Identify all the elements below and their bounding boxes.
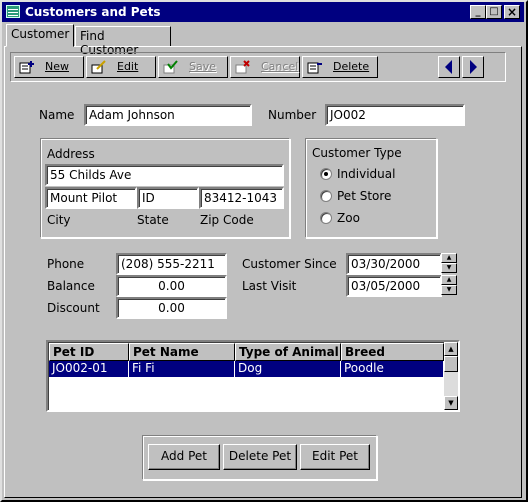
scroll-down-icon[interactable]: ▼: [444, 396, 458, 410]
column-header-breed[interactable]: Breed: [341, 343, 444, 361]
minimize-button[interactable]: _: [470, 5, 486, 19]
phone-label: Phone: [47, 257, 85, 271]
table-cell[interactable]: JO002-01: [49, 361, 129, 377]
new-record-icon: [19, 61, 34, 74]
discount-field[interactable]: 0.00: [116, 297, 227, 319]
radio-individual[interactable]: [320, 168, 332, 180]
delete-label: Delete: [333, 60, 370, 73]
customer-since-spinner[interactable]: ▲ ▼: [441, 253, 457, 275]
last-visit-field[interactable]: 03/05/2000: [346, 275, 442, 297]
add-pet-button[interactable]: Add Pet: [148, 444, 220, 470]
arrow-right-icon: [470, 60, 477, 74]
edit-label: Edit: [117, 60, 139, 73]
city-label: City: [47, 213, 71, 227]
discount-label: Discount: [47, 301, 100, 315]
number-label: Number: [268, 108, 317, 122]
edit-pet-button[interactable]: Edit Pet: [300, 444, 370, 470]
radio-individual-label: Individual: [337, 167, 396, 181]
column-header-pet-name[interactable]: Pet Name: [129, 343, 235, 361]
next-record-button[interactable]: [462, 56, 484, 78]
radio-pet-store[interactable]: [320, 190, 332, 202]
tab-find-customer[interactable]: Find Customer: [75, 26, 171, 57]
checkmark-icon: [163, 60, 178, 74]
balance-field[interactable]: 0.00: [116, 275, 227, 297]
state-field[interactable]: ID: [137, 187, 199, 209]
cancel-button[interactable]: Cancel: [230, 56, 300, 78]
delete-pet-button[interactable]: Delete Pet: [223, 444, 297, 470]
last-visit-label: Last Visit: [242, 279, 297, 293]
table-cell[interactable]: Dog: [235, 361, 341, 377]
customer-since-label: Customer Since: [242, 257, 337, 271]
app-icon: [6, 5, 20, 18]
zip-label: Zip Code: [200, 213, 254, 227]
radio-zoo-label: Zoo: [337, 211, 360, 225]
save-label: Save: [189, 60, 217, 73]
spin-down-icon[interactable]: ▼: [441, 285, 457, 295]
previous-record-button[interactable]: [438, 56, 460, 78]
save-button[interactable]: Save: [158, 56, 228, 78]
vertical-scrollbar[interactable]: ▲ ▼: [444, 342, 458, 410]
edit-button[interactable]: Edit: [86, 56, 156, 78]
customer-type-label: Customer Type: [312, 146, 402, 160]
city-field[interactable]: Mount Pilot: [45, 187, 137, 209]
spin-down-icon[interactable]: ▼: [441, 263, 457, 273]
close-button[interactable]: ×: [504, 5, 520, 19]
delete-icon: [307, 62, 322, 74]
spin-up-icon[interactable]: ▲: [441, 275, 457, 285]
address-label: Address: [47, 147, 95, 161]
name-field[interactable]: Adam Johnson: [84, 104, 252, 126]
customer-since-field[interactable]: 03/30/2000: [346, 253, 442, 275]
name-label: Name: [39, 108, 75, 122]
pets-grid[interactable]: Pet ID Pet Name Type of Animal Breed JO0…: [46, 340, 460, 412]
pencil-icon: [91, 60, 106, 74]
scroll-up-icon[interactable]: ▲: [444, 342, 458, 356]
zip-field[interactable]: 83412-1043: [199, 187, 284, 209]
radio-pet-store-label: Pet Store: [337, 189, 392, 203]
cancel-label: Cancel: [261, 60, 299, 73]
spin-up-icon[interactable]: ▲: [441, 253, 457, 263]
table-cell[interactable]: Poodle: [341, 361, 444, 377]
tab-customer[interactable]: Customer: [6, 24, 74, 47]
maximize-button[interactable]: □: [486, 5, 502, 19]
last-visit-spinner[interactable]: ▲ ▼: [441, 275, 457, 297]
table-cell[interactable]: Fi Fi: [129, 361, 235, 377]
balance-label: Balance: [47, 279, 95, 293]
delete-button[interactable]: Delete: [302, 56, 378, 78]
title-bar[interactable]: Customers and Pets _ □ ×: [2, 2, 524, 22]
column-header-type-of-animal[interactable]: Type of Animal: [235, 343, 341, 361]
phone-field[interactable]: (208) 555-2211: [116, 253, 227, 275]
column-header-pet-id[interactable]: Pet ID: [49, 343, 129, 361]
radio-zoo[interactable]: [320, 212, 332, 224]
new-button[interactable]: New: [14, 56, 84, 78]
state-label: State: [137, 213, 169, 227]
arrow-left-icon: [445, 60, 452, 74]
new-label: New: [45, 60, 69, 73]
cancel-icon: [235, 60, 250, 74]
number-field[interactable]: JO002: [325, 104, 465, 126]
scroll-thumb[interactable]: [444, 356, 458, 372]
street-field[interactable]: 55 Childs Ave: [45, 164, 284, 186]
window-title: Customers and Pets: [25, 5, 161, 19]
